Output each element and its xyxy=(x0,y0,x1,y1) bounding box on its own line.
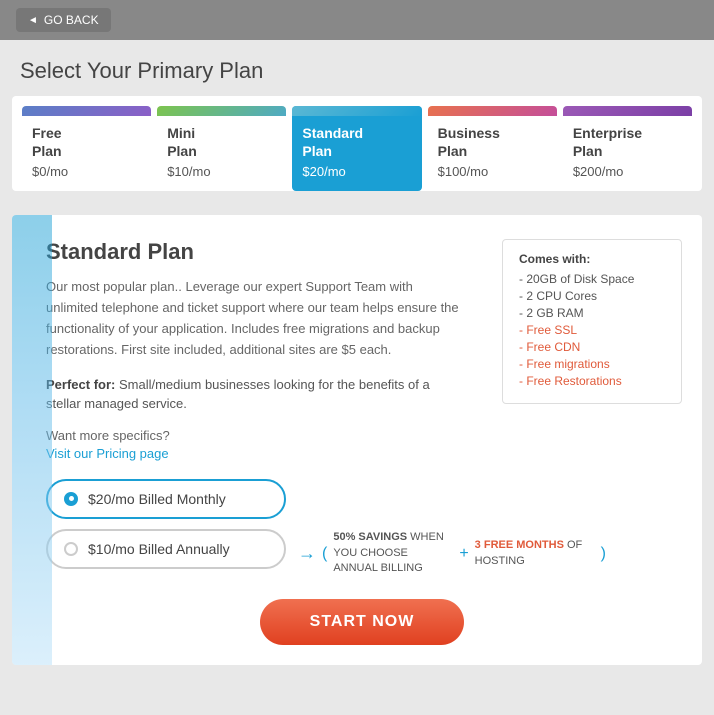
detail-section: Standard Plan Our most popular plan.. Le… xyxy=(12,215,702,664)
go-back-button[interactable]: GO BACK xyxy=(16,8,111,32)
plan-header-free xyxy=(22,106,151,116)
billing-options: $20/mo Billed Monthly $10/mo Billed Annu… xyxy=(46,479,678,579)
plan-header-enterprise xyxy=(563,106,692,116)
bracket-left: ( xyxy=(322,545,327,563)
free-months-text: 3 FREE MONTHS OF HOSTING xyxy=(475,538,595,569)
plus-sign: + xyxy=(459,545,468,563)
free-months: 3 FREE MONTHS xyxy=(475,539,564,551)
savings-text: 50% SAVINGS WHEN YOU CHOOSE ANNUAL BILLI… xyxy=(333,530,453,576)
radio-monthly xyxy=(64,492,78,506)
detail-perfect: Perfect for: Small/medium businesses loo… xyxy=(46,375,466,414)
billing-annual-row: $10/mo Billed Annually → ( 50% SAVINGS W… xyxy=(46,529,678,579)
savings-percent: 50% SAVINGS xyxy=(333,531,407,543)
plan-card-mini[interactable]: MiniPlan $10/mo xyxy=(157,106,286,191)
start-now-button[interactable]: START NOW xyxy=(260,599,465,645)
savings-badge: → ( 50% SAVINGS WHEN YOU CHOOSE ANNUAL B… xyxy=(298,530,606,576)
comes-with-item-5: - Free migrations xyxy=(519,357,665,371)
start-now-container: START NOW xyxy=(46,599,678,645)
plan-header-business xyxy=(428,106,557,116)
page-title: Select Your Primary Plan xyxy=(0,40,714,96)
perfect-for-label: Perfect for: xyxy=(46,377,115,392)
plan-name-enterprise: EnterprisePlan xyxy=(573,124,682,160)
plan-card-standard[interactable]: StandardPlan $20/mo xyxy=(292,106,421,191)
comes-with-item-4: - Free CDN xyxy=(519,340,665,354)
plan-name-business: BusinessPlan xyxy=(438,124,547,160)
billing-annual[interactable]: $10/mo Billed Annually xyxy=(46,529,286,569)
radio-annual xyxy=(64,542,78,556)
plan-body-business: BusinessPlan $100/mo xyxy=(428,116,557,191)
plan-price-mini: $10/mo xyxy=(167,164,276,179)
plan-price-standard: $20/mo xyxy=(302,164,411,179)
plan-name-standard: StandardPlan xyxy=(302,124,411,160)
plans-container: FreePlan $0/mo MiniPlan $10/mo StandardPlan $… xyxy=(12,96,702,191)
plan-body-mini: MiniPlan $10/mo xyxy=(157,116,286,191)
comes-with-item-6: - Free Restorations xyxy=(519,374,665,388)
comes-with-title: Comes with: xyxy=(519,252,665,266)
arrow-icon: → xyxy=(298,543,316,564)
comes-with-item-0: - 20GB of Disk Space xyxy=(519,272,665,286)
plan-body-free: FreePlan $0/mo xyxy=(22,116,151,191)
plan-card-business[interactable]: BusinessPlan $100/mo xyxy=(428,106,557,191)
billing-monthly[interactable]: $20/mo Billed Monthly xyxy=(46,479,286,519)
plan-body-standard: StandardPlan $20/mo xyxy=(292,116,421,191)
billing-monthly-label: $20/mo Billed Monthly xyxy=(88,491,226,507)
plan-card-enterprise[interactable]: EnterprisePlan $200/mo xyxy=(563,106,692,191)
plan-body-enterprise: EnterprisePlan $200/mo xyxy=(563,116,692,191)
plan-price-free: $0/mo xyxy=(32,164,141,179)
billing-annual-label: $10/mo Billed Annually xyxy=(88,541,230,557)
pricing-link[interactable]: Visit our Pricing page xyxy=(46,446,169,461)
plan-price-business: $100/mo xyxy=(438,164,547,179)
comes-with-box: Comes with: - 20GB of Disk Space - 2 CPU … xyxy=(502,239,682,404)
bracket-right: ) xyxy=(601,545,606,563)
top-bar: GO BACK xyxy=(0,0,714,40)
plan-header-mini xyxy=(157,106,286,116)
plan-name-free: FreePlan xyxy=(32,124,141,160)
detail-description: Our most popular plan.. Leverage our exp… xyxy=(46,277,466,360)
comes-with-item-1: - 2 CPU Cores xyxy=(519,289,665,303)
want-more-text: Want more specifics? xyxy=(46,428,678,443)
plan-header-standard xyxy=(292,106,421,116)
plan-card-free[interactable]: FreePlan $0/mo xyxy=(22,106,151,191)
comes-with-item-2: - 2 GB RAM xyxy=(519,306,665,320)
plan-name-mini: MiniPlan xyxy=(167,124,276,160)
comes-with-item-3: - Free SSL xyxy=(519,323,665,337)
plan-price-enterprise: $200/mo xyxy=(573,164,682,179)
